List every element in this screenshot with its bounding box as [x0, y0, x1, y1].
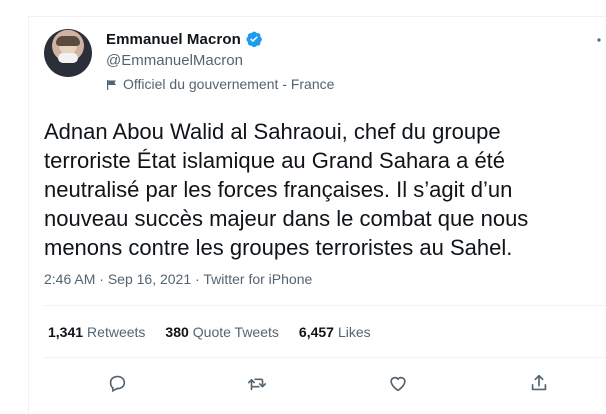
quote-tweets-label: Quote Tweets [192, 324, 279, 340]
avatar-hair [56, 36, 80, 46]
retweet-icon[interactable] [246, 372, 268, 394]
engagement-stats: 1,341 Retweets 380 Quote Tweets 6,457 Likes [48, 324, 371, 340]
likes-count: 6,457 [298, 324, 334, 340]
meta-separator: · [99, 271, 108, 287]
tweet-metadata: 2:46 AM · Sep 16, 2021 · Twitter for iPh… [44, 271, 312, 287]
more-options-icon[interactable] [592, 30, 606, 50]
left-divider [28, 16, 29, 414]
author-name[interactable]: Emmanuel Macron [106, 31, 241, 48]
quote-tweets-count: 380 [165, 324, 189, 340]
retweets-count: 1,341 [48, 324, 84, 340]
retweets-label: Retweets [87, 324, 146, 340]
author-handle[interactable]: @EmmanuelMacron [106, 52, 243, 69]
verified-badge-icon [245, 30, 263, 48]
affiliation-label: Officiel du gouvernement - France [123, 76, 335, 92]
share-icon[interactable] [528, 372, 550, 394]
avatar[interactable] [44, 29, 92, 77]
retweets-stat[interactable]: 1,341 Retweets [48, 324, 145, 340]
stats-divider-bottom [44, 357, 606, 358]
avatar-mask [58, 53, 78, 63]
like-icon[interactable] [387, 372, 409, 394]
tweet-time[interactable]: 2:46 AM [44, 271, 95, 287]
tweet-actions [48, 370, 606, 400]
reply-icon[interactable] [106, 372, 128, 394]
government-affiliation: Officiel du gouvernement - France [106, 76, 334, 92]
likes-stat[interactable]: 6,457 Likes [299, 324, 371, 340]
stats-divider-top [44, 305, 606, 306]
likes-label: Likes [337, 324, 371, 340]
author-name-row: Emmanuel Macron [106, 30, 263, 48]
quote-tweets-stat[interactable]: 380 Quote Tweets [165, 324, 279, 340]
flag-icon [106, 78, 118, 90]
tweet-text: Adnan Abou Walid al Sahraoui, chef du gr… [44, 119, 529, 260]
top-divider [28, 16, 606, 17]
tweet-date[interactable]: Sep 16, 2021 [108, 271, 191, 287]
tweet-source[interactable]: Twitter for iPhone [203, 271, 312, 287]
